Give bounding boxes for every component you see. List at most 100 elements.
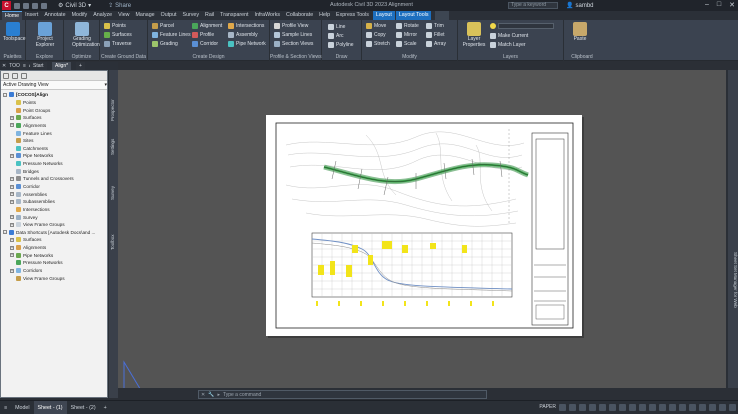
annotation-monitor-icon[interactable]	[669, 404, 676, 411]
tree-node[interactable]: Feature Lines	[1, 129, 107, 137]
traverse-button[interactable]: Traverse	[104, 41, 132, 47]
tree-node[interactable]: - Data Shortcuts [Autodesk Docs\and ...	[1, 229, 107, 237]
profile-button[interactable]: Profile	[192, 32, 214, 38]
tree-node[interactable]: Catchments	[1, 144, 107, 152]
isolate-objects-icon[interactable]	[699, 404, 706, 411]
tree-node[interactable]: + Alignments	[1, 244, 107, 252]
tab-settings-vertical[interactable]: Settings	[110, 134, 118, 160]
workspace-switch-icon[interactable]	[659, 404, 666, 411]
tab-collaborate[interactable]: Collaborate	[283, 11, 316, 20]
tab-output[interactable]: Output	[158, 11, 180, 20]
profile-view-button[interactable]: Profile View	[274, 23, 308, 29]
arc-button[interactable]: Arc	[328, 33, 344, 39]
tab-home[interactable]: Home	[2, 11, 23, 20]
add-layout-button[interactable]: +	[100, 401, 111, 414]
corridor-button[interactable]: Corridor	[192, 41, 218, 47]
tab-expand[interactable]	[435, 11, 450, 20]
annotation-scale-icon[interactable]	[649, 404, 656, 411]
tab-prospector[interactable]: Prospector	[110, 90, 118, 130]
command-input[interactable]: Type a command	[223, 392, 261, 398]
clean-screen-icon[interactable]	[719, 404, 726, 411]
layout-tab-sheet-1[interactable]: Sheet - (1)	[33, 400, 67, 414]
doc-tab-menu[interactable]: ≡	[20, 62, 29, 70]
tree-node[interactable]: + Surfaces	[1, 236, 107, 244]
tree-node[interactable]: - [COCOS]Align	[1, 91, 107, 99]
selection-cycling-icon[interactable]	[639, 404, 646, 411]
app-logo-icon[interactable]: C	[2, 1, 11, 10]
layout-tab-sheet-2[interactable]: Sheet - (2)	[67, 401, 100, 414]
tree-node[interactable]: Point Groups	[1, 106, 107, 114]
tree-node[interactable]: Pressure Networks	[1, 160, 107, 168]
tab-express-tools[interactable]: Express Tools	[333, 11, 372, 20]
tab-manage[interactable]: Manage	[132, 11, 157, 20]
scale-button[interactable]: Scale	[396, 41, 417, 47]
search-input[interactable]: Type a keyword	[508, 2, 558, 9]
tree-node[interactable]: Sites	[1, 137, 107, 145]
paste-button[interactable]: Paste	[570, 22, 590, 43]
paper-space-label[interactable]: PAPER	[539, 404, 556, 411]
expand-toggle-icon[interactable]: +	[10, 237, 14, 242]
polyline-button[interactable]: Polyline	[328, 42, 354, 48]
assembly-button[interactable]: Assembly	[228, 32, 258, 38]
pipe-network-button[interactable]: Pipe Network	[228, 41, 266, 47]
hardware-acceleration-icon[interactable]	[709, 404, 716, 411]
lineweight-icon[interactable]	[619, 404, 626, 411]
points-button[interactable]: Points	[104, 23, 126, 29]
intersections-button[interactable]: Intersections	[228, 23, 264, 29]
user-menu[interactable]: 👤 sambd	[566, 2, 594, 10]
rotate-button[interactable]: Rotate	[396, 23, 419, 29]
fillet-button[interactable]: Fillet	[426, 32, 445, 38]
doc-tab-align[interactable]: Align*	[52, 62, 72, 70]
tree-node[interactable]: + Corridors	[1, 267, 107, 275]
tree-node[interactable]: Bridges	[1, 167, 107, 175]
new-tab-button[interactable]: +	[76, 62, 85, 70]
move-button[interactable]: Move	[366, 23, 386, 29]
expand-toggle-icon[interactable]: +	[10, 215, 14, 220]
ortho-icon[interactable]	[579, 404, 586, 411]
tree-node[interactable]: Intersections	[1, 206, 107, 214]
tab-rail[interactable]: Rail	[202, 11, 217, 20]
tree-node[interactable]: Points	[1, 99, 107, 107]
tab-transparent[interactable]: Transparent	[217, 11, 251, 20]
expand-toggle-icon[interactable]: +	[10, 123, 14, 128]
tab-insert[interactable]: Insert	[22, 11, 41, 20]
tab-infraworks[interactable]: InfraWorks	[252, 11, 284, 20]
parcel-button[interactable]: Parcel	[152, 23, 174, 29]
project-explorer-button[interactable]: Project Explorer	[35, 22, 55, 48]
tab-analyze[interactable]: Analyze	[90, 11, 115, 20]
expand-toggle-icon[interactable]: +	[10, 199, 14, 204]
tab-modify[interactable]: Modify	[69, 11, 91, 20]
toolspace-button[interactable]: Toolspace	[3, 22, 26, 43]
line-button[interactable]: Line	[328, 24, 345, 30]
tree-node[interactable]: + Assemblies	[1, 190, 107, 198]
mirror-button[interactable]: Mirror	[396, 32, 417, 38]
layout-sheet[interactable]	[266, 115, 582, 336]
expand-toggle-icon[interactable]: -	[3, 230, 7, 235]
redo-icon[interactable]	[41, 2, 47, 9]
section-views-button[interactable]: Section Views	[274, 41, 313, 47]
tree-node[interactable]: View Frame Groups	[1, 274, 107, 282]
close-icon[interactable]: ✕	[201, 392, 205, 398]
tab-annotate[interactable]: Annotate	[41, 11, 68, 20]
grading-optimization-button[interactable]: Grading Optimization	[72, 22, 100, 48]
tab-survey[interactable]: Survey	[180, 11, 203, 20]
maximize-button[interactable]: □	[717, 1, 721, 9]
tab-toolbox[interactable]: Toolbox	[110, 230, 118, 254]
save-icon[interactable]	[23, 2, 29, 9]
layer-properties-button[interactable]: Layer Properties	[462, 22, 486, 48]
expand-toggle-icon[interactable]: +	[10, 153, 14, 158]
toolspace-refresh-icon[interactable]	[12, 72, 18, 79]
command-line[interactable]: ✕ 🔧 ▸ Type a command	[198, 390, 487, 399]
toolspace-view-select[interactable]: Active Drawing View ▾	[1, 81, 107, 90]
tree-node[interactable]: + Pipe Networks	[1, 251, 107, 259]
toolspace-view-icon[interactable]	[3, 72, 9, 79]
copy-button[interactable]: Copy	[366, 32, 386, 38]
open-icon[interactable]	[14, 2, 20, 9]
tree-node[interactable]: + Surfaces	[1, 114, 107, 122]
expand-toggle-icon[interactable]: +	[10, 268, 14, 273]
feature-lines-button[interactable]: Feature Lines	[152, 32, 191, 38]
expand-toggle-icon[interactable]: +	[10, 184, 14, 189]
units-icon[interactable]	[679, 404, 686, 411]
array-button[interactable]: Array	[426, 41, 446, 47]
expand-toggle-icon[interactable]: +	[10, 192, 14, 197]
